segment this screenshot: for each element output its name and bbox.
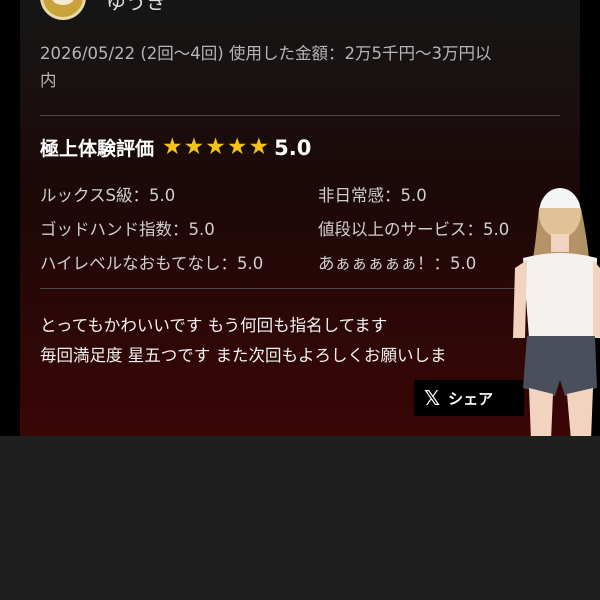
star-icon: ★ — [183, 134, 205, 160]
sub-rating-hospitality: ハイレベルなおもてなし：5.0 — [40, 254, 264, 273]
share-label: シェア — [448, 389, 494, 408]
amount-value-cont: 内 — [40, 71, 57, 90]
avatar-face-icon — [52, 0, 74, 5]
sub-rating-extra: あぁぁぁぁぁ！：5.0 — [318, 254, 477, 273]
review-meta: 2026/05/22 (2回〜4回) 使用した金額：2万5千円〜3万円以 内 — [40, 40, 576, 94]
reviewer-name: ゆうき — [106, 0, 166, 14]
visit-count: (2回〜4回) — [140, 44, 224, 63]
review-comment-line: とってもかわいいです もう何回も指名してます — [40, 316, 388, 335]
staff-photo[interactable] — [505, 188, 600, 440]
amount-label: 使用した金額： — [228, 44, 345, 63]
reviewer-avatar[interactable] — [40, 0, 86, 20]
lower-panel — [0, 436, 600, 600]
star-icon: ★ — [248, 134, 270, 160]
sub-rating-value: 値段以上のサービス：5.0 — [318, 220, 510, 239]
review-comment-line: 毎回満足度 星五つです また次回もよろしくお願いしま — [40, 346, 447, 365]
overall-rating: 極上体験評価 ★ ★ ★ ★ ★ 5.0 — [40, 134, 311, 161]
star-icon: ★ — [226, 134, 248, 160]
divider — [40, 115, 560, 116]
rating-title: 極上体験評価 — [40, 138, 155, 160]
sub-rating-unusual: 非日常感：5.0 — [318, 186, 427, 205]
sub-rating-looks: ルックスS級：5.0 — [40, 186, 176, 205]
left-border — [0, 0, 20, 436]
amount-value: 2万5千円〜3万円以 — [344, 44, 492, 63]
review-card: ゆうき 2026/05/22 (2回〜4回) 使用した金額：2万5千円〜3万円以… — [20, 0, 580, 436]
review-date: 2026/05/22 — [40, 44, 136, 63]
star-icon: ★ — [205, 134, 226, 160]
divider — [40, 288, 560, 289]
x-logo-icon: 𝕏 — [424, 386, 441, 410]
star-rating: ★ ★ ★ ★ ★ — [162, 136, 270, 159]
sub-rating-godhand: ゴッドハンド指数：5.0 — [40, 220, 215, 239]
star-icon: ★ — [162, 134, 183, 160]
rating-score: 5.0 — [274, 135, 312, 160]
